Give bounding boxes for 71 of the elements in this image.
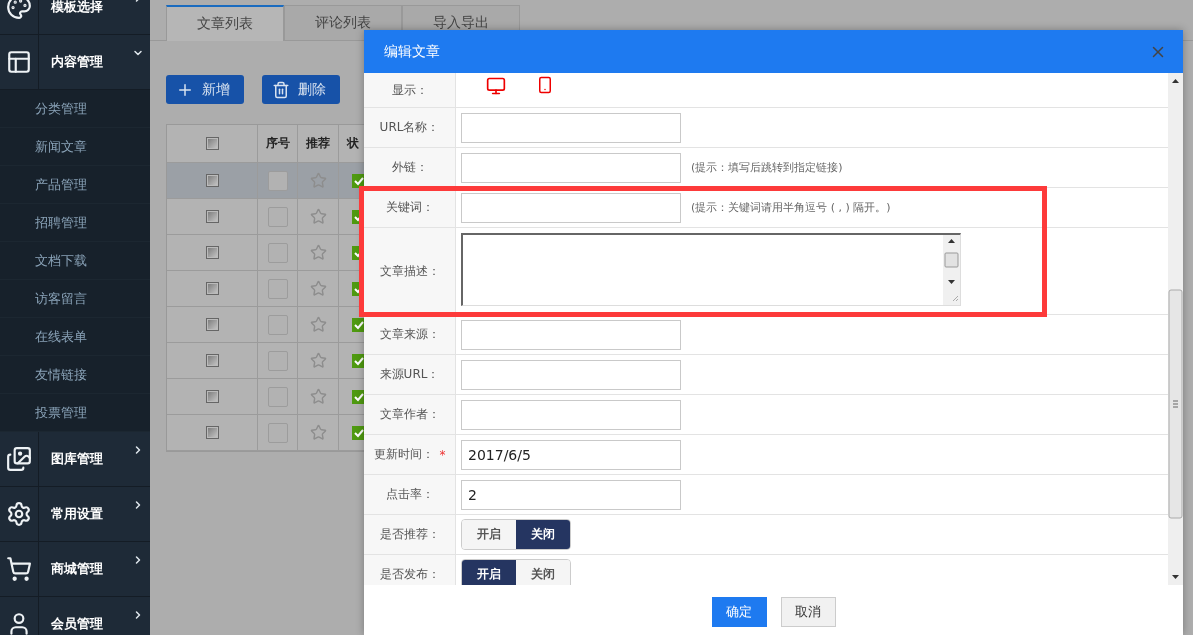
monitor-icon [486,76,506,96]
tab[interactable]: 评论列表 [284,5,402,40]
checkbox[interactable] [205,246,219,259]
palette-icon [6,0,32,20]
star-icon[interactable] [309,388,327,405]
star-icon[interactable] [309,352,327,369]
checkbox[interactable] [205,318,219,331]
field-label: 来源URL： [379,366,440,383]
text-field[interactable] [461,112,681,143]
star-icon[interactable] [309,244,327,261]
field-label: 是否推荐： [379,526,440,543]
sidebar-group[interactable]: 模板选择 [0,0,150,35]
sidebar-group[interactable]: 会员管理 [0,597,150,635]
field-label: 关键词： [385,199,434,216]
column-header: 状 [346,135,359,152]
text-field[interactable]: 2 [461,479,681,510]
tab[interactable]: 文章列表 [166,5,284,41]
scrollbar-drawing [943,235,960,305]
field-label: 文章描述： [379,262,440,280]
field-label: URL名称： [379,119,440,136]
textarea-field[interactable] [461,233,961,306]
add-button[interactable]: 新增 [166,75,244,104]
field-label: 点击率： [385,486,434,503]
field-label: 更新时间： [373,446,434,463]
sidebar-group[interactable]: 常用设置 [0,487,150,542]
toggle-option[interactable]: 关闭 [516,560,570,585]
sidebar-group[interactable]: 内容管理 [0,35,150,90]
toggle-option[interactable]: 关闭 [516,520,570,549]
column-header: 序号 [265,135,290,152]
checkbox[interactable] [205,137,219,150]
checkbox[interactable] [205,210,219,223]
checkbox[interactable] [205,390,219,403]
cancel-button[interactable]: 取消 [780,596,836,627]
text-field[interactable] [461,152,681,183]
text-field[interactable] [461,399,681,430]
text-field[interactable]: 2017/6/5 [461,439,681,470]
text-field[interactable] [461,192,681,223]
field-label: 显示： [391,81,428,99]
sidebar-group[interactable]: 商城管理 [0,542,150,597]
checkbox[interactable] [205,174,219,187]
trash-icon [272,80,290,99]
table-row[interactable] [167,163,367,199]
column-header: 推荐 [306,135,330,152]
text-field[interactable] [461,319,681,350]
toggle-option[interactable]: 开启 [462,520,516,549]
star-icon[interactable] [309,280,327,297]
confirm-button[interactable]: 确定 [711,596,767,627]
layout-icon [6,49,32,75]
star-icon[interactable] [309,424,327,441]
checkbox[interactable] [205,282,219,295]
checkbox[interactable] [205,354,219,367]
field-label: 是否发布： [379,566,440,583]
field-label: 文章来源： [379,326,440,343]
field-label: 外链： [391,159,428,176]
checkbox[interactable] [205,426,219,439]
field-label: 文章作者： [379,406,440,423]
cart-icon [6,556,32,582]
toggle-option[interactable]: 开启 [462,560,516,585]
delete-button[interactable]: 删除 [262,75,340,104]
phone-icon [536,76,554,94]
gear-icon [6,501,32,527]
star-icon[interactable] [309,172,327,189]
required-mark: * [439,447,446,462]
hint-text: (提示：填写后跳转到指定链接) [691,160,843,175]
image-icon [6,446,32,472]
star-icon[interactable] [309,208,327,225]
text-field[interactable] [461,359,681,390]
sidebar-group[interactable]: 图库管理 [0,432,150,487]
hint-text: (提示：关键词请用半角逗号 ( , ) 隔开。) [691,200,891,215]
star-icon[interactable] [309,316,327,333]
dialog-title: 编辑文章 [384,42,440,61]
